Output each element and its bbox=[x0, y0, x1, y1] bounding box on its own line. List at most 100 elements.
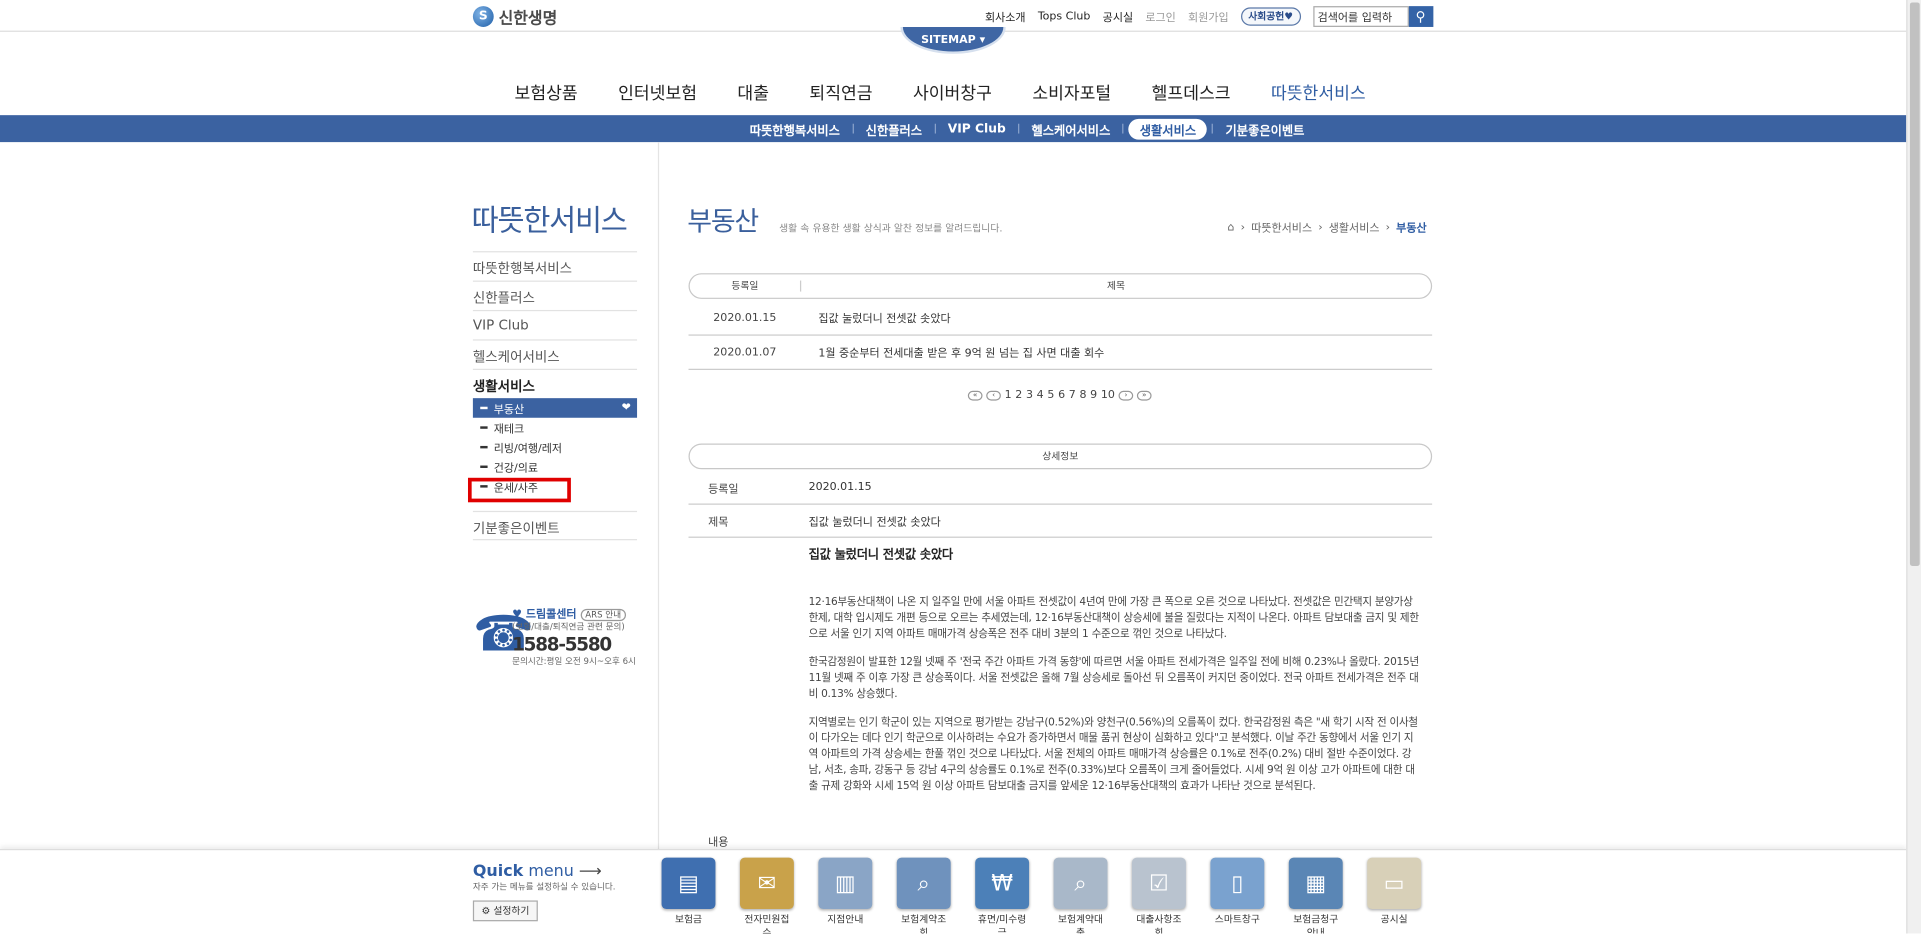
quick-item[interactable]: ▭ 공시실 bbox=[1367, 857, 1422, 934]
body-label: 내용 bbox=[708, 836, 729, 849]
row-subject[interactable]: 집값 눌렀더니 전셋값 솟았다 bbox=[801, 310, 950, 326]
page-description: 생활 속 유용한 생활 상식과 알찬 정보를 알려드립니다. bbox=[779, 222, 1003, 234]
lnb-shinhan-plus[interactable]: 신한플러스 bbox=[853, 119, 934, 137]
sidebar-sub-real-estate[interactable]: 부동산 ❤ bbox=[472, 398, 638, 418]
highlight-box bbox=[467, 477, 571, 503]
branch-icon: ▥ bbox=[818, 857, 873, 910]
main-nav: 보험상품 인터넷보험 대출 퇴직연금 사이버창구 소비자포털 헬프데스크 따뜻한… bbox=[515, 81, 1407, 106]
quick-menu-bar: Quick menu ⟶ 자주 가는 메뉴를 설정하실 수 있습니다. ⚙ 설정… bbox=[0, 848, 1907, 934]
quick-item[interactable]: ₩ 휴면/미수령금 bbox=[975, 857, 1030, 934]
gnb-pension[interactable]: 퇴직연금 bbox=[809, 81, 872, 106]
util-link-notice[interactable]: 공시실 bbox=[1103, 9, 1133, 24]
page-9[interactable]: 9 bbox=[1090, 390, 1097, 402]
quick-item-label: 스마트창구 bbox=[1214, 913, 1260, 925]
shinhan-logo[interactable]: S 신한생명 bbox=[472, 5, 557, 28]
quick-icons: ▤ 보험금 ✉ 전자민원접수 ▥ 지점안내 ⌕ 보험계약조회 ₩ 휴면/미수령금 ⌕ 보험계약대출 ☑ 대… bbox=[661, 857, 1422, 934]
list-header: 등록일 제목 bbox=[688, 273, 1433, 299]
sidebar-sub-finance[interactable]: 재테크 bbox=[473, 418, 637, 438]
quick-item[interactable]: ⌕ 보험계약대출 bbox=[1053, 857, 1108, 934]
gnb-insurance[interactable]: 보험상품 bbox=[515, 81, 578, 106]
gear-icon: ⚙ bbox=[481, 905, 491, 917]
quick-item[interactable]: ▥ 지점안내 bbox=[818, 857, 873, 934]
search-icon: ⚲ bbox=[1415, 8, 1426, 25]
lnb-healthcare[interactable]: 헬스케어서비스 bbox=[1019, 119, 1122, 137]
page-5[interactable]: 5 bbox=[1047, 390, 1054, 402]
gnb-cyber[interactable]: 사이버창구 bbox=[913, 81, 992, 106]
page-3[interactable]: 3 bbox=[1026, 390, 1033, 402]
quick-item-label: 보험금 bbox=[674, 913, 703, 925]
sidebar-item-event[interactable]: 기분좋은이벤트 bbox=[472, 510, 638, 541]
row-date: 2020.01.07 bbox=[713, 346, 777, 359]
breadcrumb-current: 부동산 bbox=[1396, 222, 1427, 236]
breadcrumb-item[interactable]: 따뜻한서비스 bbox=[1251, 219, 1312, 235]
scrollbar[interactable] bbox=[1906, 0, 1921, 934]
ars-guide[interactable]: ARS 안내 bbox=[580, 608, 626, 622]
sidebar-sub-living[interactable]: 리빙/여행/레저 bbox=[473, 437, 637, 457]
quick-item[interactable]: ☑ 대출사항조회 bbox=[1131, 857, 1186, 934]
search-box: 검색어를 입력하 ⚲ bbox=[1312, 6, 1433, 27]
gnb-helpdesk[interactable]: 헬프데스크 bbox=[1152, 81, 1231, 106]
lnb-vip-club[interactable]: VIP Club bbox=[935, 122, 1017, 135]
dormant-money-icon: ₩ bbox=[975, 857, 1030, 910]
page-1[interactable]: 1 bbox=[1005, 390, 1012, 402]
gnb-internet-insurance[interactable]: 인터넷보험 bbox=[618, 81, 697, 106]
table-row[interactable]: 2020.01.15 집값 눌렀더니 전셋값 솟았다 bbox=[688, 301, 1433, 336]
search-input[interactable]: 검색어를 입력하 bbox=[1312, 6, 1409, 27]
gnb-consumer[interactable]: 소비자포털 bbox=[1032, 81, 1111, 106]
social-contribution-badge[interactable]: 사회공헌♥ bbox=[1240, 7, 1301, 26]
lnb-happy-service[interactable]: 따뜻한행복서비스 bbox=[738, 119, 853, 137]
page-8[interactable]: 8 bbox=[1079, 390, 1086, 402]
next-page-icon[interactable]: › bbox=[1118, 390, 1134, 401]
sidebar-sub-health[interactable]: 건강/의료 bbox=[473, 457, 637, 477]
contract-loan-icon: ⌕ bbox=[1053, 857, 1108, 910]
row-subject[interactable]: 1월 중순부터 전세대출 받은 후 9억 원 넘는 집 사면 대출 회수 bbox=[801, 344, 1104, 360]
quick-item[interactable]: ▤ 보험금 bbox=[661, 857, 716, 934]
page-6[interactable]: 6 bbox=[1058, 390, 1065, 402]
quick-item-label: 휴면/미수령금 bbox=[977, 913, 1027, 934]
last-page-icon[interactable]: » bbox=[1136, 390, 1152, 401]
sidebar-item-healthcare[interactable]: 헬스케어서비스 bbox=[472, 339, 638, 368]
page-2[interactable]: 2 bbox=[1015, 390, 1022, 402]
contract-search-icon: ⌕ bbox=[896, 857, 951, 910]
table-row[interactable]: 2020.01.07 1월 중순부터 전세대출 받은 후 9억 원 넘는 집 사… bbox=[688, 336, 1433, 370]
quick-item-label: 보험금청구안내 bbox=[1293, 913, 1339, 934]
lnb-event[interactable]: 기분좋은이벤트 bbox=[1213, 119, 1316, 137]
util-link-tops-club[interactable]: Tops Club bbox=[1038, 10, 1091, 22]
lnb-life-service[interactable]: 생활서비스 bbox=[1128, 118, 1208, 140]
sidebar-item-shinhan-plus[interactable]: 신한플러스 bbox=[472, 280, 638, 310]
prev-page-icon[interactable]: ‹ bbox=[986, 390, 1001, 401]
call-center-desc: (보험/대출/퇴직연금 관련 문의) bbox=[512, 622, 625, 633]
breadcrumb: ⌂ › 따뜻한서비스 › 생활서비스 › 부동산 bbox=[1227, 219, 1427, 236]
quick-item[interactable]: ▯ 스마트창구 bbox=[1210, 857, 1265, 934]
sidebar-item-life-service[interactable]: 생활서비스 bbox=[472, 368, 638, 398]
home-icon[interactable]: ⌂ bbox=[1228, 221, 1235, 233]
sidebar-title: 따뜻한서비스 bbox=[471, 203, 628, 238]
breadcrumb-item[interactable]: 생활서비스 bbox=[1329, 219, 1380, 235]
gnb-warm-service[interactable]: 따뜻한서비스 bbox=[1271, 81, 1366, 106]
quick-item[interactable]: ⌕ 보험계약조회 bbox=[896, 857, 951, 934]
page-7[interactable]: 7 bbox=[1069, 390, 1076, 402]
quick-item[interactable]: ▦ 보험금청구안내 bbox=[1288, 857, 1343, 934]
detail-date-row: 등록일 2020.01.15 bbox=[688, 472, 1433, 505]
first-page-icon[interactable]: « bbox=[967, 390, 983, 401]
quick-item-label: 공시실 bbox=[1380, 913, 1408, 925]
login-link[interactable]: 로그인 bbox=[1145, 9, 1175, 24]
arrow-right-icon: ⟶ bbox=[578, 862, 602, 881]
quick-item-label: 보험계약조회 bbox=[901, 913, 947, 934]
page-4[interactable]: 4 bbox=[1037, 390, 1044, 402]
util-link-company[interactable]: 회사소개 bbox=[985, 9, 1026, 24]
sub-nav: 따뜻한행복서비스 신한플러스 VIP Club 헬스케어서비스 생활서비스 기분… bbox=[0, 115, 1907, 143]
sidebar-item-vip-club[interactable]: VIP Club bbox=[472, 309, 638, 339]
call-center-hours: 문의시간:평일 오전 9시~오후 6시 bbox=[512, 656, 636, 667]
search-button[interactable]: ⚲ bbox=[1408, 6, 1433, 27]
sidebar-item-happy-service[interactable]: 따뜻한행복서비스 bbox=[472, 251, 638, 280]
join-link[interactable]: 회원가입 bbox=[1188, 9, 1229, 24]
sitemap-button[interactable]: SITEMAP ▾ bbox=[900, 26, 1006, 54]
gnb-loan[interactable]: 대출 bbox=[737, 81, 769, 106]
quick-item[interactable]: ✉ 전자민원접수 bbox=[739, 857, 794, 934]
page-10[interactable]: 10 bbox=[1101, 390, 1115, 402]
detail-subject-value: 집값 눌렀더니 전셋값 솟았다 bbox=[808, 516, 941, 529]
quick-settings-button[interactable]: ⚙ 설정하기 bbox=[472, 900, 539, 922]
scrollbar-thumb[interactable] bbox=[1909, 2, 1920, 566]
call-center-banner[interactable]: ☎ ♥ 드림콜센터 ARS 안내 (보험/대출/퇴직연금 관련 문의) 1588… bbox=[473, 605, 636, 667]
